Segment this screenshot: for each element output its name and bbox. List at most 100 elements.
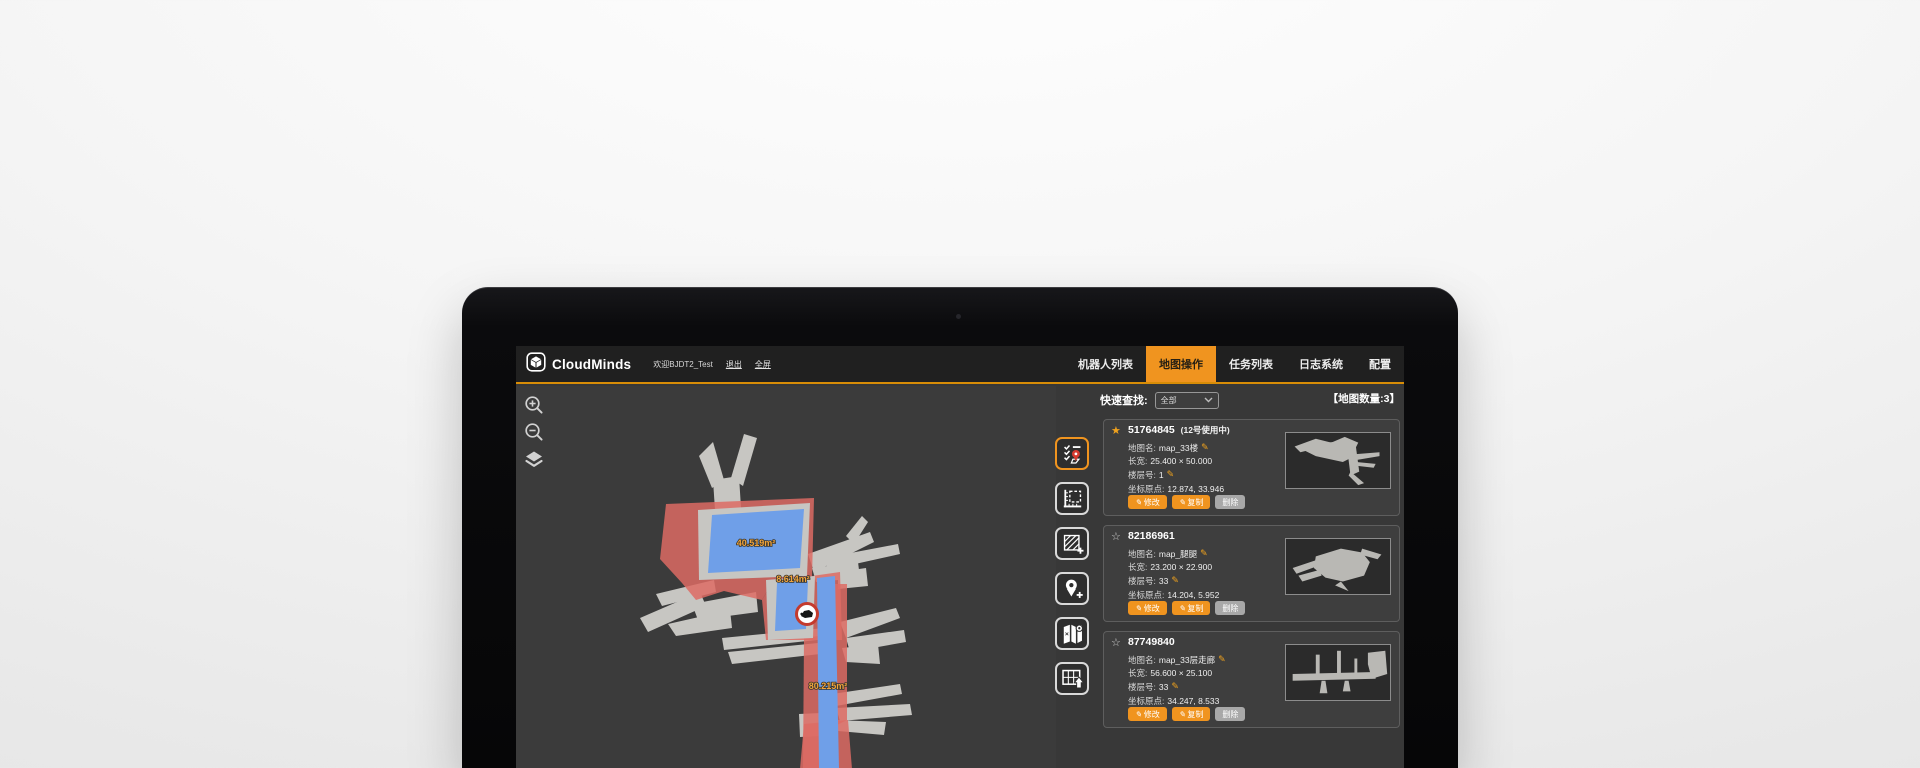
- tab-map-operations[interactable]: 地图操作: [1146, 346, 1216, 382]
- ruler-frame-icon: [1060, 486, 1085, 511]
- copy-map-button[interactable]: ✎复制: [1172, 601, 1211, 615]
- map-thumbnail: [1285, 538, 1391, 595]
- field-label: 坐标原点:: [1128, 589, 1164, 601]
- floor-value: 33: [1159, 682, 1168, 692]
- delete-map-button[interactable]: 删除: [1215, 601, 1245, 615]
- map-card-title: 51764845 (12号使用中): [1128, 424, 1230, 436]
- delete-map-button[interactable]: 删除: [1215, 495, 1245, 509]
- area-label-1: 40.519m²: [737, 538, 776, 548]
- card-actions: ✎修改 ✎复制 删除: [1128, 707, 1245, 721]
- field-label: 长宽:: [1128, 561, 1147, 573]
- measure-area-button[interactable]: [1055, 482, 1089, 515]
- add-poi-button[interactable]: [1055, 572, 1089, 605]
- origin-value: 12.874, 33.946: [1167, 484, 1224, 494]
- map-controls: [523, 394, 545, 470]
- filter-dropdown-value: 全部: [1161, 395, 1177, 406]
- map-card-title: 82186961: [1128, 530, 1178, 542]
- layers-icon: [524, 449, 544, 469]
- map-count-label: 【地图数量:3】: [1328, 391, 1400, 406]
- robot-position-marker[interactable]: [797, 604, 818, 625]
- origin-value: 14.204, 5.952: [1167, 590, 1219, 600]
- edit-label: 修改: [1144, 603, 1160, 614]
- edit-floor-icon[interactable]: ✎: [1171, 575, 1179, 586]
- map-marker-button[interactable]: ×: [1055, 617, 1089, 650]
- folded-map-pin-icon: ×: [1060, 621, 1085, 646]
- field-label: 地图名:: [1128, 548, 1156, 560]
- map-name-value: map_33层走廊: [1159, 654, 1215, 666]
- area-label-3: 80.215m²: [809, 681, 848, 691]
- edit-name-icon[interactable]: ✎: [1201, 442, 1209, 453]
- map-card-fields: 地图名:map_腿腿✎ 长宽:23.200 × 22.900 楼层号:33✎ 坐…: [1128, 547, 1219, 601]
- chevron-down-icon: [1204, 396, 1213, 405]
- field-label: 坐标原点:: [1128, 695, 1164, 707]
- webcam-dot: [956, 314, 961, 319]
- layers-button[interactable]: [523, 448, 545, 470]
- brand-name: CloudMinds: [552, 357, 631, 372]
- in-use-badge: (12号使用中): [1181, 425, 1230, 435]
- map-upload-icon: [1060, 666, 1085, 691]
- favorite-star-icon[interactable]: ★: [1111, 424, 1121, 437]
- floor-value: 1: [1159, 470, 1164, 480]
- tab-task-list[interactable]: 任务列表: [1216, 346, 1286, 382]
- field-label: 楼层号:: [1128, 575, 1156, 587]
- map-canvas[interactable]: 40.519m² 8.614m² 80.215m²: [516, 386, 1056, 768]
- field-label: 长宽:: [1128, 455, 1147, 467]
- edit-floor-icon[interactable]: ✎: [1167, 469, 1175, 480]
- edit-map-button[interactable]: ✎修改: [1128, 495, 1167, 509]
- map-thumbnail-shape: [1286, 539, 1390, 594]
- area-label-2: 8.614m²: [776, 574, 810, 584]
- edit-name-icon[interactable]: ✎: [1218, 654, 1226, 665]
- upload-map-button[interactable]: [1055, 662, 1089, 695]
- add-virtual-wall-button[interactable]: [1055, 527, 1089, 560]
- edit-name-icon[interactable]: ✎: [1200, 548, 1208, 559]
- map-card[interactable]: ☆ 87749840 地图名:map_33层走廊✎ 长宽:56.600 × 25…: [1103, 631, 1400, 728]
- field-label: 坐标原点:: [1128, 483, 1164, 495]
- map-thumbnail-shape: [1286, 645, 1390, 700]
- zoom-in-button[interactable]: [523, 394, 545, 416]
- fullscreen-link[interactable]: 全屏: [755, 359, 771, 370]
- zoom-out-button[interactable]: [523, 421, 545, 443]
- pin-add-icon: [1060, 576, 1085, 601]
- card-actions: ✎修改 ✎复制 删除: [1128, 601, 1245, 615]
- delete-map-button[interactable]: 删除: [1215, 707, 1245, 721]
- tab-log-system[interactable]: 日志系统: [1286, 346, 1356, 382]
- map-id: 87749840: [1128, 636, 1175, 648]
- map-name-value: map_33楼: [1159, 442, 1198, 454]
- welcome-text: 欢迎BJDT2_Test: [653, 359, 713, 370]
- map-tools-toolbar: ×: [1055, 437, 1089, 695]
- filter-dropdown[interactable]: 全部: [1155, 392, 1219, 409]
- edit-floor-icon[interactable]: ✎: [1171, 681, 1179, 692]
- edit-map-button[interactable]: ✎修改: [1128, 601, 1167, 615]
- map-card[interactable]: ☆ 82186961 地图名:map_腿腿✎ 长宽:23.200 × 22.90…: [1103, 525, 1400, 622]
- copy-map-button[interactable]: ✎复制: [1172, 495, 1211, 509]
- map-card-title: 87749840: [1128, 636, 1178, 648]
- tab-configuration[interactable]: 配置: [1356, 346, 1404, 382]
- logout-link[interactable]: 退出: [726, 359, 742, 370]
- favorite-star-icon[interactable]: ☆: [1111, 636, 1121, 649]
- field-label: 地图名:: [1128, 442, 1156, 454]
- field-label: 地图名:: [1128, 654, 1156, 666]
- session-links: 欢迎BJDT2_Test 退出 全屏: [653, 359, 771, 370]
- floor-value: 33: [1159, 576, 1168, 586]
- map-size-value: 56.600 × 25.100: [1150, 668, 1212, 678]
- copy-map-button[interactable]: ✎复制: [1172, 707, 1211, 721]
- delete-label: 删除: [1222, 603, 1238, 614]
- origin-value: 34.247, 8.533: [1167, 696, 1219, 706]
- map-card[interactable]: ★ 51764845 (12号使用中) 地图名:map_33楼✎ 长宽:25.4…: [1103, 419, 1400, 516]
- top-navbar: CloudMinds 欢迎BJDT2_Test 退出 全屏 机器人列表 地图操作…: [516, 346, 1404, 384]
- map-size-value: 23.200 × 22.900: [1150, 562, 1212, 572]
- pencil-icon: ✎: [1135, 604, 1142, 613]
- card-actions: ✎修改 ✎复制 删除: [1128, 495, 1245, 509]
- brand: CloudMinds: [526, 352, 631, 377]
- tab-robot-list[interactable]: 机器人列表: [1065, 346, 1146, 382]
- edit-map-button[interactable]: ✎修改: [1128, 707, 1167, 721]
- task-point-list-button[interactable]: [1055, 437, 1089, 470]
- field-label: 楼层号:: [1128, 681, 1156, 693]
- laptop-mockup: CloudMinds 欢迎BJDT2_Test 退出 全屏 机器人列表 地图操作…: [462, 287, 1458, 768]
- map-size-value: 25.400 × 50.000: [1150, 456, 1212, 466]
- cloudminds-logo-icon: [526, 352, 546, 377]
- checklist-pin-icon: [1060, 441, 1085, 466]
- favorite-star-icon[interactable]: ☆: [1111, 530, 1121, 543]
- hatched-area-add-icon: [1060, 531, 1085, 556]
- map-thumbnail: [1285, 432, 1391, 489]
